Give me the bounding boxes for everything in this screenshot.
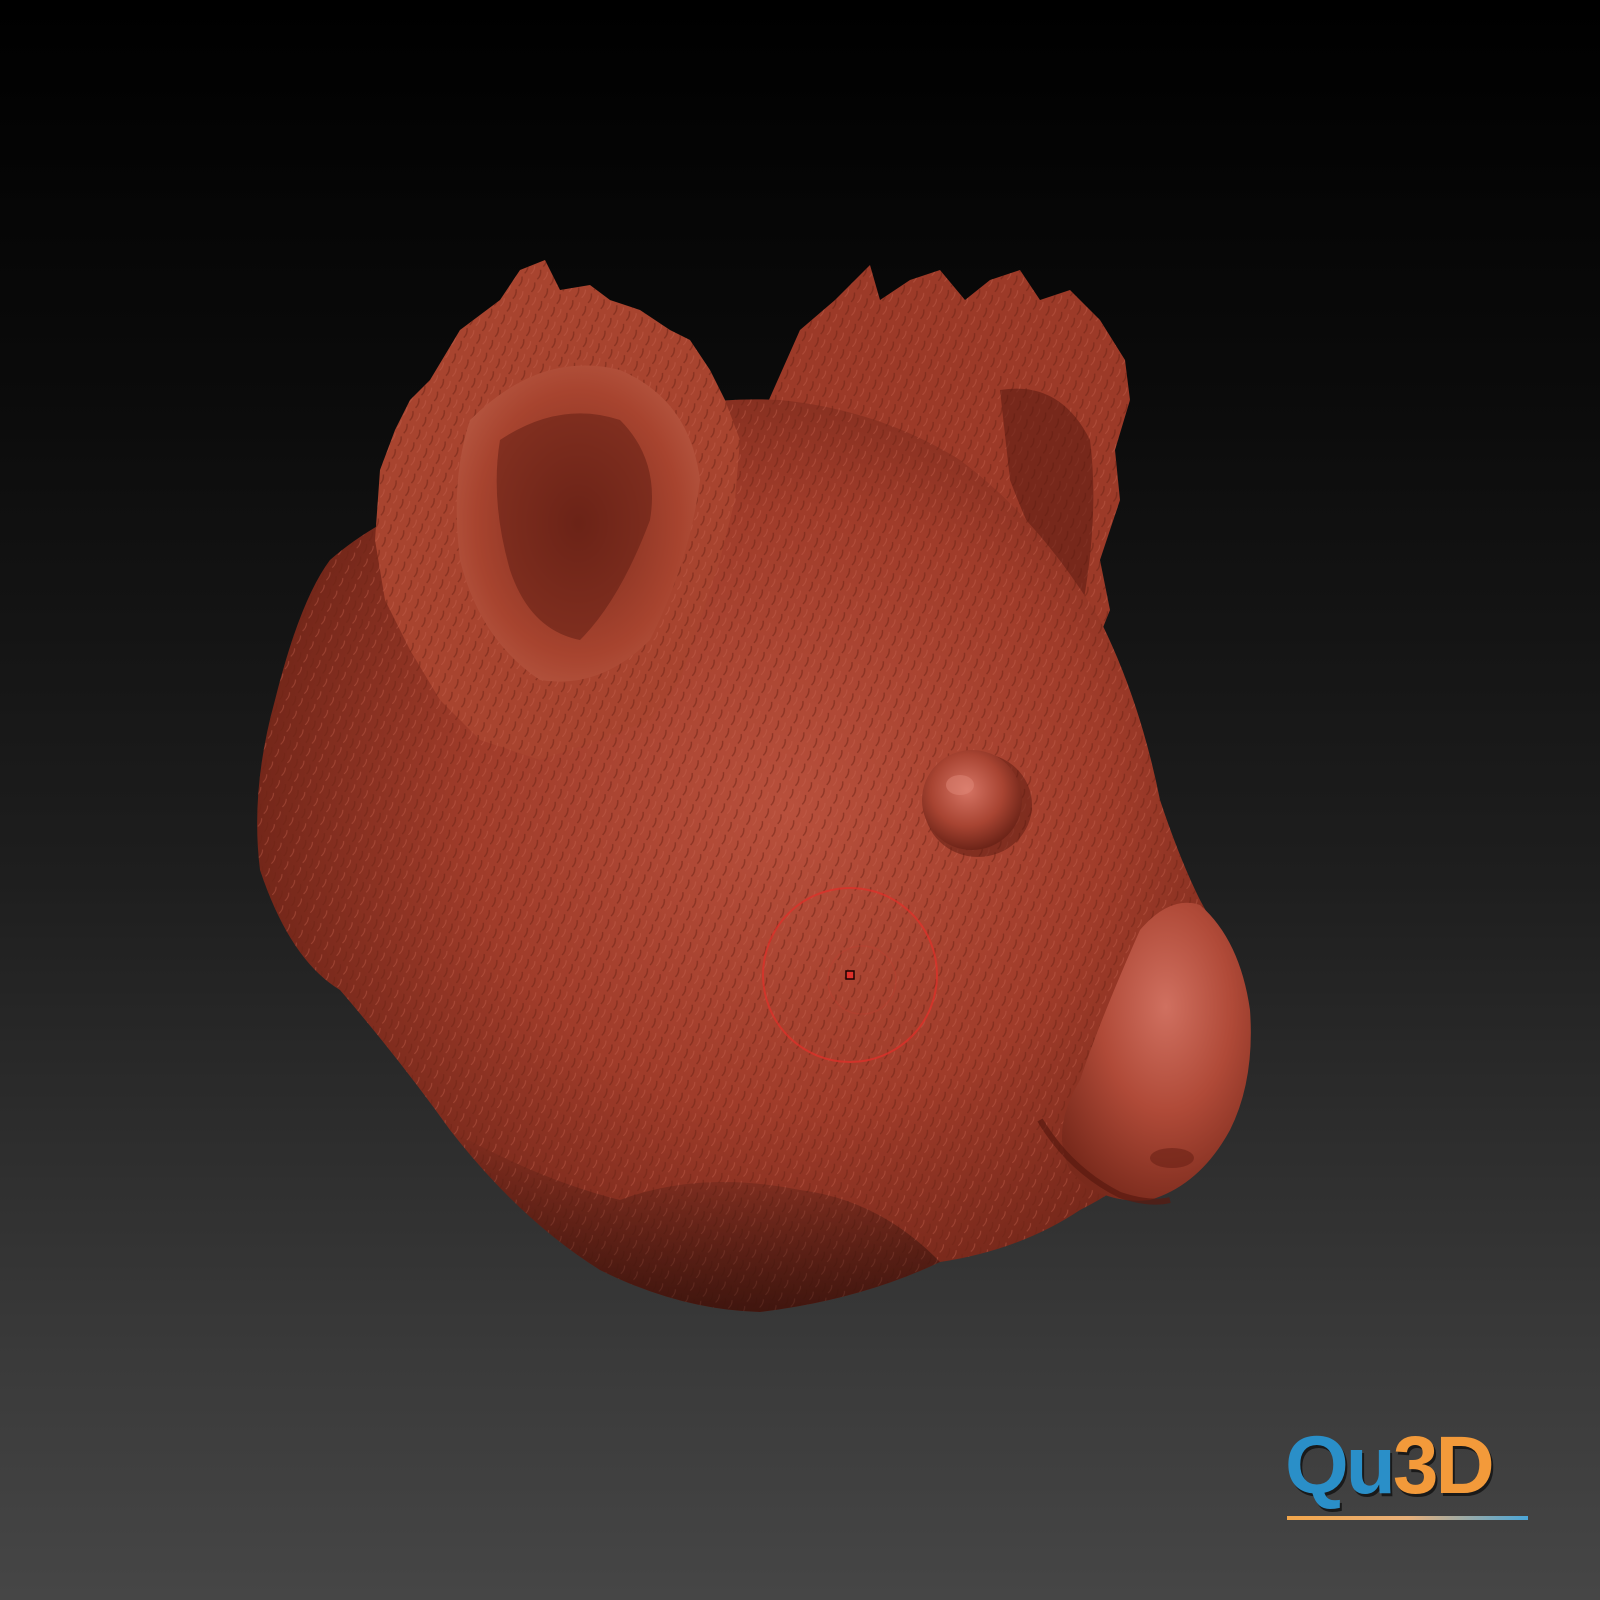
logo-qu-text: Qu	[1285, 1420, 1396, 1511]
viewport[interactable]: Qu3D	[0, 0, 1600, 1600]
logo-underline	[1287, 1516, 1528, 1520]
logo-3d-text: 3D	[1392, 1420, 1495, 1511]
qu3d-logo: Qu3D	[1285, 1425, 1530, 1525]
koala-head-sculpt	[257, 260, 1251, 1312]
